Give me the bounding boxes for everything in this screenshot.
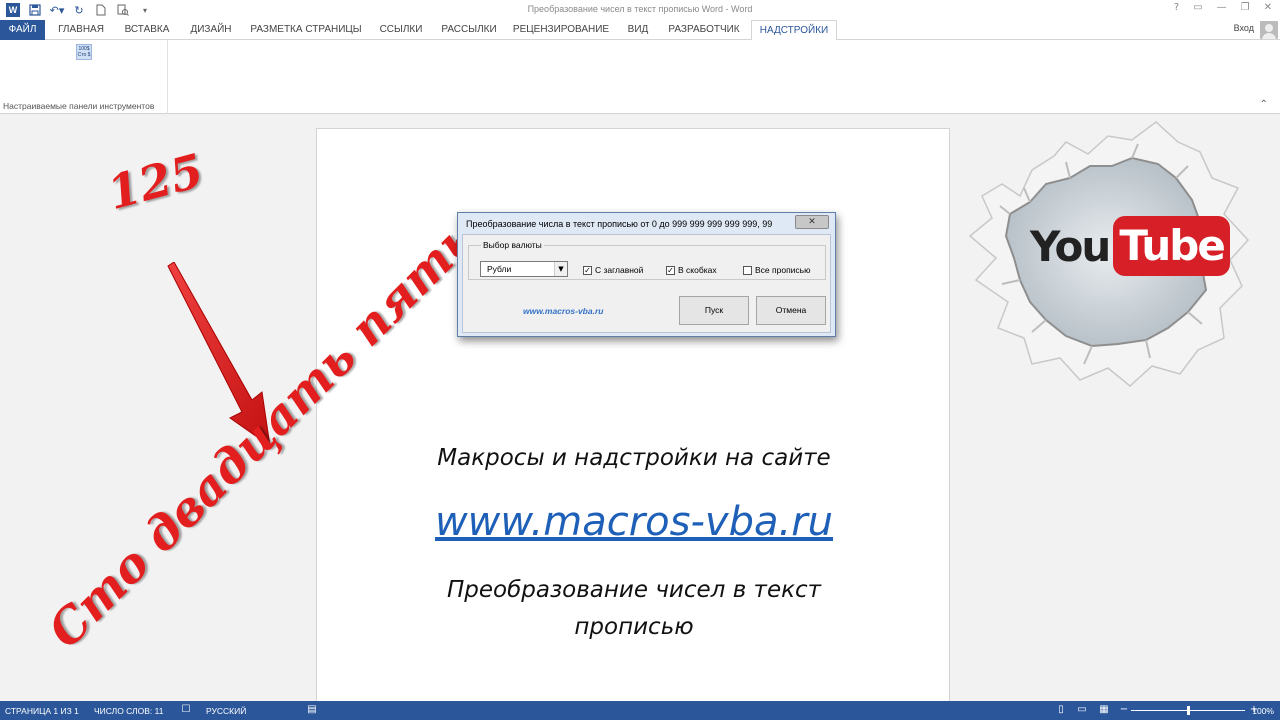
checkbox-capital-box[interactable]: ✓ — [583, 265, 592, 275]
currency-select[interactable]: Рубли ▼ — [480, 261, 568, 277]
tab-home[interactable]: ГЛАВНАЯ — [51, 20, 111, 40]
tab-developer[interactable]: РАЗРАБОТЧИК — [663, 20, 745, 40]
currency-select-value: Рубли — [487, 264, 512, 274]
tab-references[interactable]: ССЫЛКИ — [373, 20, 429, 40]
checkbox-brackets[interactable]: ✓ В скобках — [666, 265, 717, 275]
minimize-icon[interactable]: — — [1217, 2, 1227, 13]
restore-icon[interactable]: ❐ — [1241, 2, 1250, 13]
read-mode-icon[interactable]: ▯ — [1055, 704, 1067, 716]
status-zoom[interactable]: 100% — [1252, 706, 1274, 716]
checkbox-brackets-label: В скобках — [678, 265, 717, 275]
collapse-ribbon-icon[interactable]: ⌃ — [1260, 99, 1268, 110]
dialog-site-link[interactable]: www.macros-vba.ru — [523, 306, 603, 316]
currency-group-label: Выбор валюты — [481, 240, 544, 250]
doc-text-line1: Макросы и надстройки на сайте — [437, 445, 831, 471]
checkbox-brackets-box[interactable]: ✓ — [666, 265, 675, 275]
run-button[interactable]: Пуск — [679, 296, 749, 325]
tab-view[interactable]: ВИД — [619, 20, 657, 40]
window-controls: ? ▭ — ❐ ✕ — [1174, 2, 1272, 13]
doc-hyperlink[interactable]: www.macros-vba.ru — [317, 499, 951, 545]
youtube-logo-tube: Tube — [1113, 216, 1230, 276]
dialog-close-button[interactable]: ✕ — [795, 215, 829, 229]
checkbox-all-words-box[interactable] — [743, 265, 752, 275]
ribbon: 100$ Сто $ Настраиваемые панели инструме… — [0, 40, 1280, 114]
zoom-out-icon[interactable]: − — [1118, 704, 1130, 716]
tab-file[interactable]: ФАЙЛ — [0, 20, 45, 40]
proofing-icon[interactable]: ☐ — [180, 704, 192, 716]
checkbox-capital-label: С заглавной — [595, 265, 644, 275]
status-bar: СТРАНИЦА 1 ИЗ 1 ЧИСЛО СЛОВ: 11 ☐ РУССКИЙ… — [0, 701, 1280, 720]
convert-dialog: Преобразование числа в текст прописью от… — [457, 212, 836, 337]
currency-group: Выбор валюты Рубли ▼ ✓ С заглавной ✓ В с… — [468, 240, 826, 280]
ribbon-display-icon[interactable]: ▭ — [1193, 2, 1202, 13]
title-bar: W ↶▾ ↻ ▾ Преобразование чисел в текст пр… — [0, 0, 1280, 20]
tab-addins[interactable]: НАДСТРОЙКИ — [751, 20, 837, 41]
tab-insert[interactable]: ВСТАВКА — [117, 20, 177, 40]
youtube-logo-you: You — [1030, 221, 1111, 271]
sign-in-link[interactable]: Вход — [1234, 23, 1254, 33]
print-layout-icon[interactable]: ▭ — [1076, 704, 1088, 716]
doc-text-line3b: прописью — [574, 614, 694, 640]
status-language[interactable]: РУССКИЙ — [206, 706, 246, 716]
status-word-count[interactable]: ЧИСЛО СЛОВ: 11 — [94, 706, 163, 716]
window-title: Преобразование чисел в текст прописью Wo… — [527, 4, 753, 14]
icon-caption-bottom: Сто $ — [77, 52, 91, 58]
tab-review[interactable]: РЕЦЕНЗИРОВАНИЕ — [509, 20, 613, 40]
avatar[interactable] — [1260, 21, 1278, 39]
dialog-title: Преобразование числа в текст прописью от… — [466, 219, 773, 229]
tab-mailings[interactable]: РАССЫЛКИ — [435, 20, 503, 40]
custom-toolbars-group: 100$ Сто $ Настраиваемые панели инструме… — [0, 40, 168, 114]
dialog-body: Выбор валюты Рубли ▼ ✓ С заглавной ✓ В с… — [462, 234, 831, 333]
youtube-logo: You Tube — [1030, 216, 1230, 276]
status-page[interactable]: СТРАНИЦА 1 ИЗ 1 — [5, 706, 79, 716]
checkbox-all-words[interactable]: Все прописью — [743, 265, 810, 275]
doc-text-line3: Преобразование чисел в текст прописью — [317, 572, 951, 646]
web-layout-icon[interactable]: ▦ — [1098, 704, 1110, 716]
chevron-down-icon[interactable]: ▼ — [554, 262, 567, 276]
group-label: Настраиваемые панели инструментов — [3, 101, 155, 111]
ribbon-tabs: ФАЙЛ ГЛАВНАЯ ВСТАВКА ДИЗАЙН РАЗМЕТКА СТР… — [0, 20, 1280, 41]
zoom-slider[interactable] — [1131, 706, 1245, 715]
macro-recording-icon[interactable]: ▤ — [306, 704, 318, 716]
checkbox-all-words-label: Все прописью — [755, 265, 811, 275]
cancel-button[interactable]: Отмена — [756, 296, 826, 325]
number-to-text-icon[interactable]: 100$ Сто $ — [76, 44, 92, 60]
doc-text-line3a: Преобразование чисел в текст — [446, 577, 822, 603]
help-icon[interactable]: ? — [1174, 2, 1179, 13]
close-icon[interactable]: ✕ — [1264, 2, 1272, 13]
tab-page-layout[interactable]: РАЗМЕТКА СТРАНИЦЫ — [245, 20, 367, 40]
zoom-slider-thumb[interactable] — [1186, 706, 1190, 715]
checkbox-capital[interactable]: ✓ С заглавной — [583, 265, 643, 275]
tab-design[interactable]: ДИЗАЙН — [183, 20, 239, 40]
